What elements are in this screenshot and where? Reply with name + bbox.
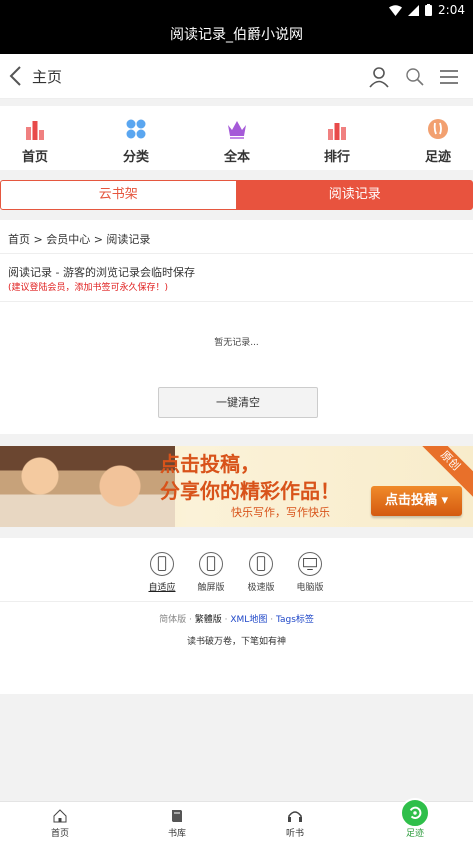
breadcrumb: 首页 > 会员中心 > 阅读记录 [8,233,151,246]
footer-links: 简体版 · 繁體版 · XML地图 · Tags标签 [159,615,314,625]
submission-banner[interactable]: 点击投稿， 分享你的精彩作品！ 快乐写作，写作快乐 点击投稿 ▾ 原创 [0,446,473,527]
version-desktop[interactable]: 电脑版 [288,552,332,593]
book-icon [172,810,182,822]
footer-motto: 读书破万卷，下笔如有神 [186,637,286,647]
banner-headline-2: 分享你的精彩作品！ [160,479,340,503]
tab-bar: 云书架 阅读记录 [0,180,473,210]
banner-slogan: 快乐写作，写作快乐 [231,506,330,519]
bottom-tab-library[interactable]: 书库 [152,808,202,839]
nav-category[interactable]: 分类 [106,118,166,165]
bottom-tab-bar: 首页 书库 听书 足迹 [0,798,473,842]
version-fast[interactable]: 极速版 [239,552,283,593]
user-icon[interactable] [368,66,390,88]
record-panel: 首页 > 会员中心 > 阅读记录 阅读记录 - 游客的浏览记录会临时保存 (建议… [0,220,473,434]
wifi-icon [389,4,403,16]
banner-image [0,446,175,527]
bottom-tab-audio[interactable]: 听书 [270,808,320,839]
bottom-tab-footprint[interactable]: 足迹 [390,808,440,839]
login-tip: (建议登陆会员，添加书签可永久保存！) [8,283,169,293]
record-description: 阅读记录 - 游客的浏览记录会临时保存 [8,266,195,279]
version-adaptive[interactable]: 自适应 [140,552,184,593]
monitor-icon [298,552,322,576]
crown-icon [228,121,246,139]
banner-headline-1: 点击投稿， [160,452,260,476]
grid-dots-icon [126,119,146,139]
signal-icon [408,4,420,16]
empty-message: 暂无记录... [214,338,259,348]
tab-cloud-shelf[interactable]: 云书架 [0,180,237,210]
home-link[interactable]: 主页 [32,66,62,87]
nav-footprint[interactable]: 足迹 [408,118,468,165]
bottom-tab-home[interactable]: 首页 [35,808,85,839]
phone-icon [199,552,223,576]
clear-all-button[interactable]: 一键清空 [158,387,318,418]
nav-ranking[interactable]: 排行 [307,118,367,165]
simplified-link[interactable]: 简体版 [159,615,186,625]
category-nav: 首页 分类 全本 排行 足迹 [0,106,473,170]
submit-button[interactable]: 点击投稿 ▾ [371,486,462,516]
search-icon[interactable] [404,66,426,88]
site-footer: 自适应 触屏版 极速版 电脑版 简体版 · 繁體版 · XML地图 · Tags… [0,538,473,694]
traditional-link[interactable]: 繁體版 [195,615,222,625]
divider [0,253,473,254]
tab-reading-record[interactable]: 阅读记录 [236,180,473,210]
divider [0,601,473,602]
menu-icon[interactable] [438,66,460,88]
bar-chart-icon [26,121,44,140]
back-arrow-icon[interactable] [8,65,26,87]
home-icon [53,809,67,823]
battery-icon [425,4,433,16]
tags-link[interactable]: Tags标签 [276,615,314,625]
status-bar: 2:04 [0,0,473,20]
headphones-icon [288,811,302,822]
status-time: 2:04 [438,3,465,17]
phone-icon [249,552,273,576]
xml-map-link[interactable]: XML地图 [230,615,267,625]
version-touch[interactable]: 触屏版 [189,552,233,593]
ranking-icon [328,123,346,140]
nav-home[interactable]: 首页 [5,118,65,165]
window-title: 阅读记录_伯爵小说网 [0,20,473,54]
phone-icon [150,552,174,576]
divider [0,301,473,302]
footprint-icon [428,119,448,139]
nav-complete[interactable]: 全本 [207,118,267,165]
app-header: 主页 [0,54,473,99]
